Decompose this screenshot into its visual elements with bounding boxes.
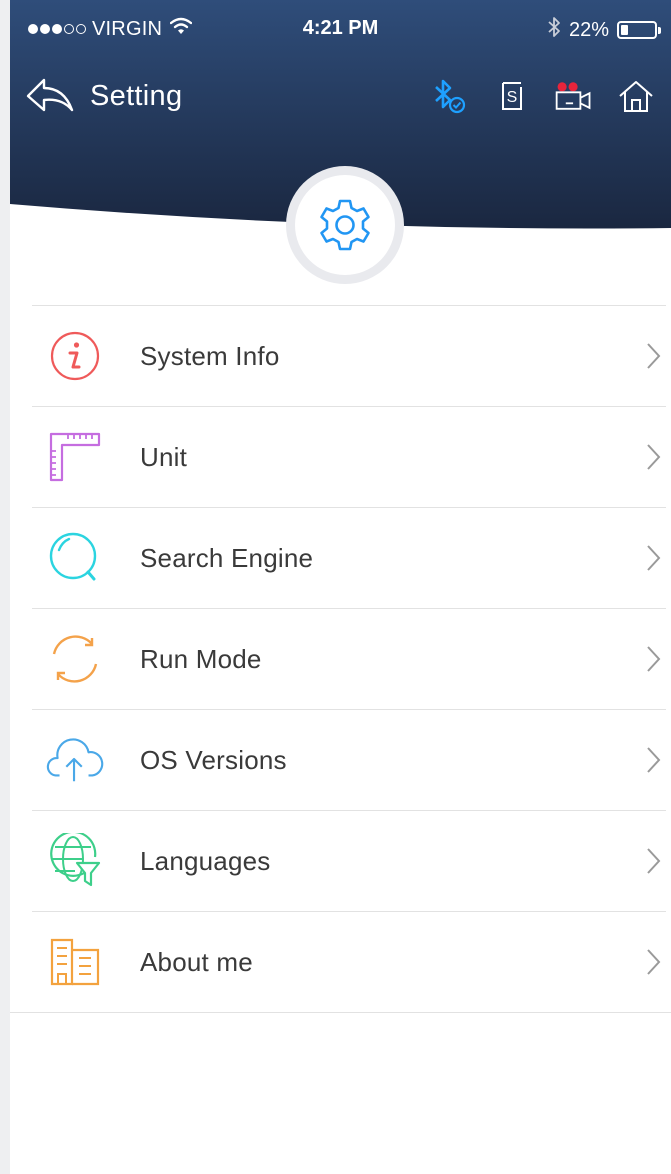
menu-item-label: Search Engine <box>140 542 314 573</box>
gear-badge <box>286 166 404 284</box>
bluetooth-connected-icon[interactable] <box>429 76 471 116</box>
search-icon <box>46 529 104 587</box>
menu-item-languages[interactable]: Languages <box>32 810 666 911</box>
globe-filter-icon <box>46 832 104 890</box>
s-card-icon[interactable]: S <box>491 76 533 116</box>
menu-item-label: Run Mode <box>140 643 262 674</box>
building-icon <box>46 933 104 991</box>
battery-level <box>621 25 628 35</box>
chevron-right-icon <box>647 646 661 672</box>
gear-icon <box>320 199 370 251</box>
status-right: 22% <box>547 16 661 44</box>
svg-text:S: S <box>507 89 518 106</box>
ruler-icon <box>46 428 104 486</box>
status-bar: VIRGIN 4:21 PM 22% <box>10 0 671 58</box>
battery-icon <box>617 21 661 39</box>
page-title: Setting <box>90 80 183 112</box>
menu-item-label: About me <box>140 946 253 977</box>
menu-item-search-engine[interactable]: Search Engine <box>32 507 666 608</box>
menu-item-os-versions[interactable]: OS Versions <box>32 709 666 810</box>
menu-item-label: System Info <box>140 340 280 371</box>
menu-divider <box>10 1012 671 1013</box>
menu-item-label: Languages <box>140 845 271 876</box>
menu-item-label: OS Versions <box>140 744 287 775</box>
chevron-right-icon <box>647 343 661 369</box>
chevron-right-icon <box>647 949 661 975</box>
chevron-right-icon <box>647 848 661 874</box>
menu-item-about-me[interactable]: About me <box>32 911 666 1012</box>
back-button[interactable] <box>24 76 76 116</box>
chevron-right-icon <box>647 545 661 571</box>
battery-percent: 22% <box>568 18 609 41</box>
gear-badge-inner <box>295 175 395 275</box>
settings-menu: System Info Unit Search Engine Run Mode … <box>32 305 666 1012</box>
back-arrow-icon <box>26 78 74 112</box>
menu-item-run-mode[interactable]: Run Mode <box>32 608 666 709</box>
menu-item-label: Unit <box>140 441 188 472</box>
cloud-upload-icon <box>46 731 104 789</box>
menu-item-unit[interactable]: Unit <box>32 406 666 507</box>
refresh-icon <box>46 630 104 688</box>
home-icon[interactable] <box>615 76 657 116</box>
video-camera-icon[interactable] <box>553 76 595 116</box>
info-icon <box>46 327 104 385</box>
settings-screen: VIRGIN 4:21 PM 22% Setting S System Info… <box>10 0 671 1174</box>
nav-bar: Setting S <box>10 70 671 120</box>
bluetooth-icon <box>547 16 561 44</box>
chevron-right-icon <box>647 747 661 773</box>
menu-item-system-info[interactable]: System Info <box>32 305 666 406</box>
nav-actions: S <box>429 76 657 116</box>
chevron-right-icon <box>647 444 661 470</box>
